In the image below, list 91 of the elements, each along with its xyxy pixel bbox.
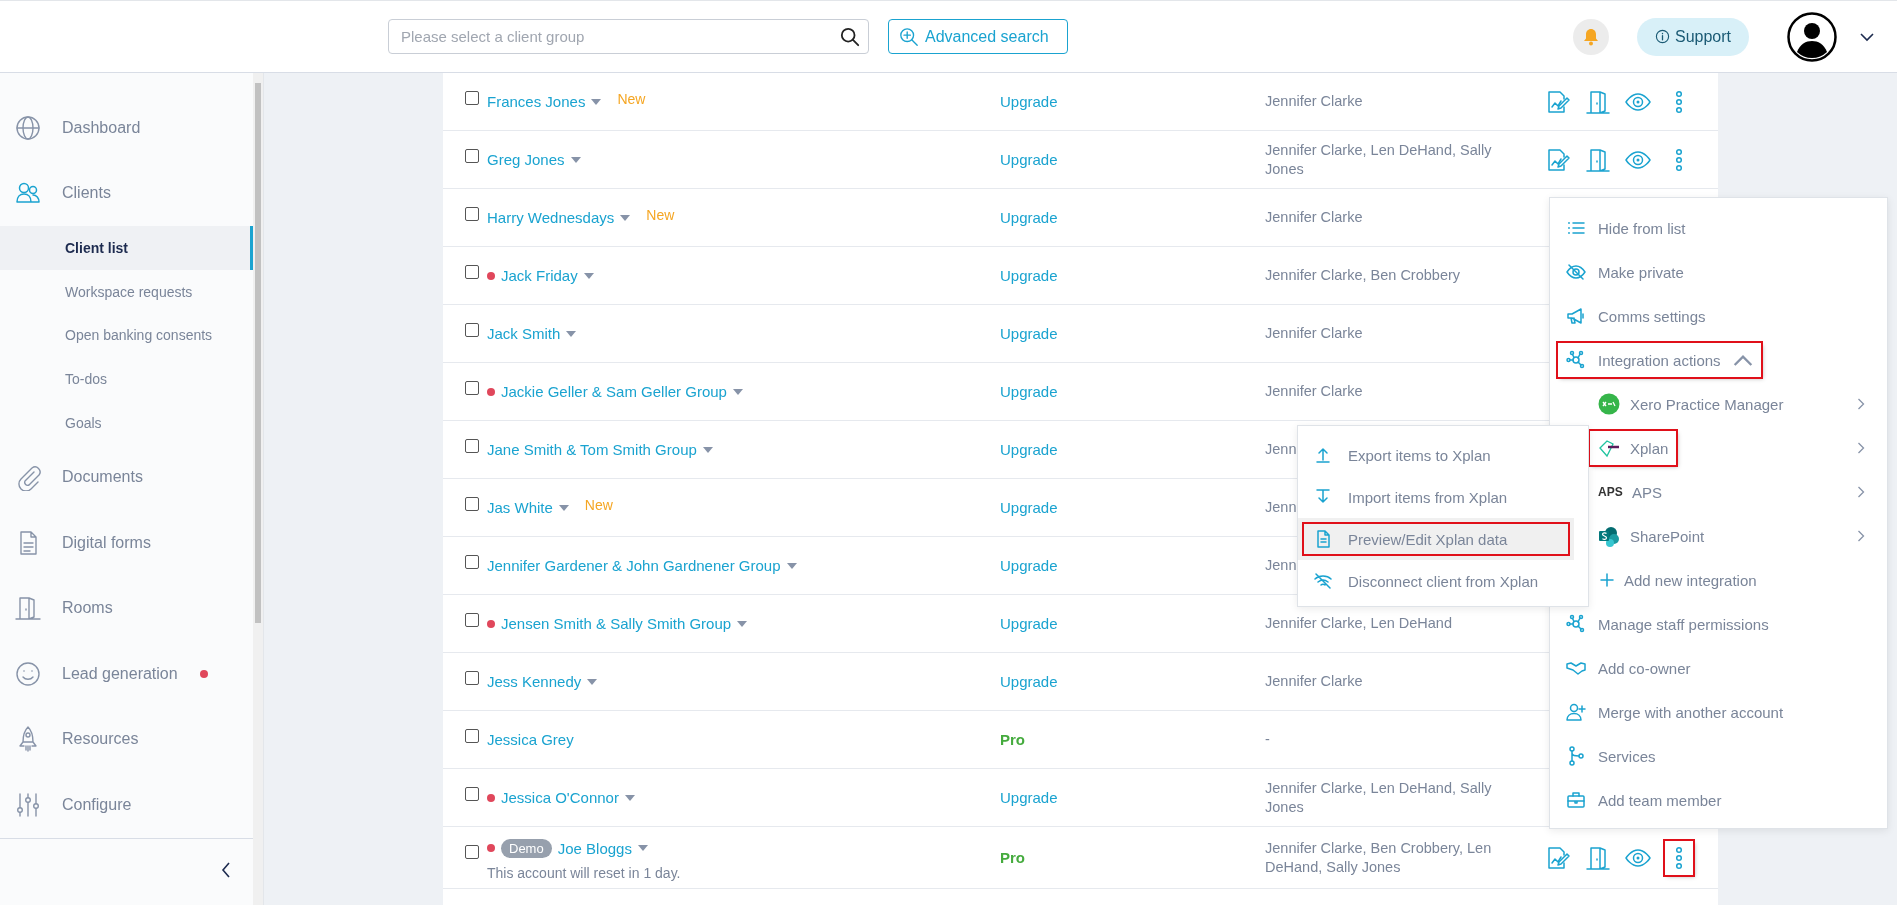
- sidebar-label: Resources: [62, 730, 139, 749]
- sidebar-item[interactable]: Configure: [0, 771, 254, 838]
- new-tag: New: [617, 90, 646, 107]
- client-name-link[interactable]: Jessica O'Connor: [501, 789, 619, 806]
- client-name-link[interactable]: Jack Friday: [501, 267, 578, 284]
- sidebar-item[interactable]: Resources: [0, 706, 254, 772]
- advanced-search-button[interactable]: Advanced search: [888, 19, 1068, 54]
- owners-text: Jennifer Clarke: [1265, 672, 1363, 691]
- client-name-link[interactable]: Joe Bloggs: [557, 839, 632, 857]
- sidebar-item[interactable]: Clients: [0, 160, 254, 227]
- add-integration-button[interactable]: Add new integration: [1590, 563, 1765, 597]
- upgrade-link[interactable]: Upgrade: [1000, 672, 1058, 690]
- menu-item[interactable]: Export items to Xplan: [1298, 434, 1588, 476]
- logo-text: APS: [1598, 485, 1622, 499]
- upgrade-link[interactable]: Upgrade: [1000, 324, 1058, 342]
- support-button[interactable]: Support: [1637, 17, 1749, 56]
- menu-item[interactable]: APS APS: [1590, 475, 1670, 509]
- sidebar-label: Rooms: [62, 599, 113, 618]
- menu-item[interactable]: Import items from Xplan: [1298, 476, 1588, 518]
- client-name-link[interactable]: Harry Wednesdays: [487, 209, 615, 226]
- sidebar-item[interactable]: Rooms: [0, 575, 254, 641]
- client-name-link[interactable]: Jack Smith: [487, 325, 561, 342]
- sidebar-subitem[interactable]: To-dos: [0, 357, 254, 401]
- upgrade-link[interactable]: Upgrade: [1000, 788, 1058, 806]
- menu-item[interactable]: Make private: [1558, 255, 1692, 289]
- owners-text: Jennifer Clarke, Ben Crobbery, Len DeHand, Sally Jones: [1265, 839, 1493, 876]
- client-name-link[interactable]: Jane Smith & Tom Smith Group: [487, 441, 697, 458]
- client-name-link[interactable]: Frances Jones: [487, 93, 586, 110]
- menu-item[interactable]: Manage staff permissions: [1558, 607, 1777, 641]
- client-name-link[interactable]: Jennifer Gardener & John Gardnener Group: [487, 557, 781, 574]
- sidebar-item[interactable]: Digital forms: [0, 509, 254, 576]
- menu-item[interactable]: Xplan: [1590, 431, 1677, 465]
- menu-item[interactable]: Comms settings: [1558, 299, 1714, 333]
- demo-badge: Demo: [501, 838, 552, 858]
- owners-text: Jennifer Clarke, Len DeHand: [1265, 614, 1452, 633]
- client-name-link[interactable]: Jessica Grey: [487, 731, 574, 748]
- owners-text: Jennifer Clarke: [1265, 208, 1363, 227]
- client-name-link[interactable]: Greg Jones: [487, 151, 565, 168]
- owners-text: -: [1265, 730, 1270, 749]
- owners-text: Jennifer Clarke: [1265, 382, 1363, 401]
- search-bar[interactable]: Please select a client group: [388, 19, 869, 54]
- upgrade-link[interactable]: Upgrade: [1000, 556, 1058, 574]
- upgrade-link[interactable]: Upgrade: [1000, 614, 1058, 632]
- sidebar-label: Dashboard: [62, 118, 141, 137]
- reset-note: This account will reset in 1 day.: [487, 865, 682, 881]
- client-name-link[interactable]: Jensen Smith & Sally Smith Group: [501, 615, 732, 632]
- sidebar-item[interactable]: Dashboard: [0, 95, 254, 161]
- sidebar-item[interactable]: Lead generation: [0, 640, 254, 707]
- sidebar-label: Documents: [62, 468, 143, 487]
- menu-item[interactable]: Disconnect client from Xplan: [1298, 560, 1588, 602]
- menu-item[interactable]: Integration actions: [1558, 343, 1761, 377]
- upgrade-link[interactable]: Upgrade: [1000, 440, 1058, 458]
- owners-text: Jennifer Clarke: [1265, 92, 1363, 111]
- upgrade-link[interactable]: Upgrade: [1000, 266, 1058, 284]
- menu-item[interactable]: Merge with another account: [1558, 695, 1792, 729]
- menu-item[interactable]: Hide from list: [1558, 211, 1694, 245]
- sidebar-label: Configure: [62, 795, 132, 814]
- upgrade-link[interactable]: Upgrade: [1000, 498, 1058, 516]
- upgrade-link[interactable]: Upgrade: [1000, 382, 1058, 400]
- owners-text: Jennifer Clarke: [1265, 324, 1363, 343]
- menu-item[interactable]: Xero Practice Manager: [1590, 387, 1792, 421]
- owners-text: Jenn: [1265, 498, 1297, 517]
- sidebar-label: Lead generation: [62, 664, 178, 683]
- sidebar-label: Clients: [62, 184, 111, 203]
- owners-text: Jennifer Clarke, Len DeHand, Sally Jones: [1265, 141, 1493, 178]
- menu-item[interactable]: Services: [1558, 739, 1664, 773]
- new-tag: New: [646, 206, 675, 223]
- new-tag: New: [584, 496, 613, 513]
- menu-item[interactable]: SharePoint: [1590, 519, 1713, 553]
- client-name-link[interactable]: Jess Kennedy: [487, 673, 582, 690]
- owners-text: Jennifer Clarke, Ben Crobbery: [1265, 266, 1461, 285]
- sidebar-subitem[interactable]: Workspace requests: [0, 269, 254, 314]
- menu-item[interactable]: Add team member: [1558, 783, 1730, 817]
- client-name-link[interactable]: Jas White: [487, 499, 553, 516]
- upgrade-link[interactable]: Upgrade: [1000, 150, 1058, 168]
- upgrade-link[interactable]: Upgrade: [1000, 92, 1058, 110]
- owners-text: Jenn: [1265, 556, 1297, 575]
- plan-label: Pro: [1000, 730, 1025, 748]
- sidebar-subitem[interactable]: Open banking consents: [0, 313, 254, 358]
- owners-text: Jenn: [1265, 440, 1297, 459]
- sidebar-subitem[interactable]: Client list: [0, 226, 254, 270]
- upgrade-link[interactable]: Upgrade: [1000, 208, 1058, 226]
- menu-item[interactable]: Add co-owner: [1558, 651, 1699, 685]
- owners-text: Jennifer Clarke, Len DeHand, Sally Jones: [1265, 779, 1493, 816]
- sidebar-subitem[interactable]: Goals: [0, 400, 254, 445]
- search-input[interactable]: Please select a client group: [401, 21, 840, 52]
- sidebar-item[interactable]: Documents: [0, 444, 254, 510]
- plan-label: Pro: [1000, 848, 1025, 866]
- menu-item[interactable]: Preview/Edit Xplan data: [1298, 518, 1574, 560]
- sidebar-label: Digital forms: [62, 533, 151, 552]
- client-name-link[interactable]: Jackie Geller & Sam Geller Group: [501, 383, 727, 400]
